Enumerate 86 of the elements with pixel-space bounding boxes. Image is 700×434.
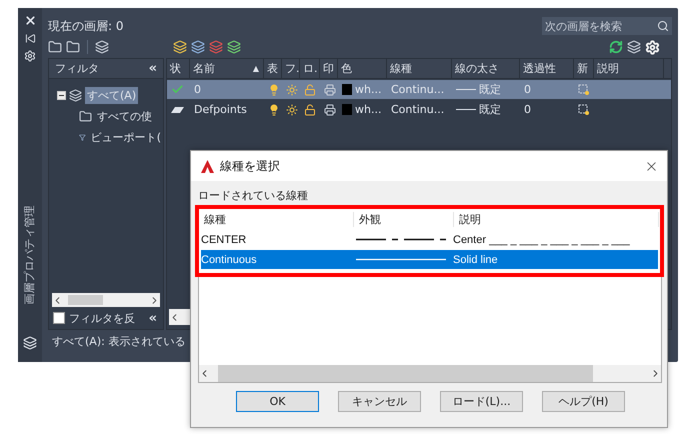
- color-swatch[interactable]: [342, 104, 352, 115]
- dialog-button[interactable]: ヘルプ(H): [542, 391, 625, 412]
- panel-title: 画層プロパティ管理: [23, 206, 37, 304]
- linetype-description: Center ___ _ ___ _ ___ _ ___ _ ___: [453, 234, 630, 246]
- column-header[interactable]: フ.: [282, 59, 300, 78]
- printer-icon: [324, 104, 336, 116]
- lightbulb-icon: [268, 84, 280, 96]
- column-header[interactable]: 透過性: [520, 59, 574, 78]
- unlock-icon: [304, 84, 316, 96]
- new-vp-layer-icon[interactable]: [191, 40, 205, 54]
- horizontal-scrollbar[interactable]: [52, 293, 160, 307]
- column-header[interactable]: 説明: [594, 59, 664, 78]
- printer-icon: [324, 84, 336, 96]
- layer-lineweight: 既定: [479, 82, 501, 97]
- layer-name: Defpoints: [194, 103, 247, 116]
- column-header[interactable]: 線の太さ: [452, 59, 520, 78]
- linetype-name: Continuous: [201, 254, 257, 266]
- lightbulb-icon: [268, 104, 280, 116]
- column-header[interactable]: 表: [264, 59, 282, 78]
- linetype-row[interactable]: Continuous Solid line: [201, 250, 658, 269]
- layer-transparency: 0: [524, 103, 531, 116]
- column-header[interactable]: 説明: [454, 212, 659, 226]
- column-header[interactable]: 印: [320, 59, 338, 78]
- column-header[interactable]: 状: [167, 59, 190, 78]
- unlock-icon: [304, 104, 316, 116]
- settings-icon[interactable]: [645, 40, 660, 54]
- invert-filter-checkbox[interactable]: [53, 312, 65, 324]
- layer-color: wh...: [355, 103, 382, 116]
- sort-indicator[interactable]: ▲: [252, 64, 259, 73]
- dialog-title: 線種を選択: [220, 158, 280, 174]
- search-icon[interactable]: [657, 20, 669, 32]
- list-label: ロードされている線種: [198, 189, 309, 203]
- horizontal-scrollbar[interactable]: [199, 365, 661, 382]
- settings-icon[interactable]: [24, 50, 36, 62]
- layer-lineweight: 既定: [479, 102, 501, 117]
- viewport-icon: [578, 104, 589, 115]
- collapse-toggle[interactable]: [57, 91, 66, 100]
- layer-state-icon[interactable]: [95, 40, 109, 54]
- filter-tree-item[interactable]: ビューポート(: [88, 129, 163, 146]
- dialog-button[interactable]: キャンセル: [338, 391, 421, 412]
- layer-row[interactable]: Defpoints wh... Continu... 既定 0: [167, 100, 671, 119]
- lineweight-line: [456, 89, 476, 90]
- current-check-icon: [171, 83, 184, 96]
- layer-transparency: 0: [524, 83, 531, 96]
- layer-color: wh...: [355, 83, 382, 96]
- filter-tree-item[interactable]: すべての使: [95, 108, 154, 125]
- current-layer-label: 現在の画層: 0: [48, 18, 124, 34]
- filter-folder-icon[interactable]: [48, 40, 62, 54]
- dialog-button[interactable]: OK: [236, 391, 319, 412]
- layer-icon: [171, 106, 184, 112]
- column-header[interactable]: 外観: [354, 212, 454, 226]
- column-header[interactable]: 線種: [387, 59, 452, 78]
- delete-layer-icon[interactable]: [209, 40, 223, 54]
- column-header[interactable]: 新: [574, 59, 594, 78]
- dialog-button[interactable]: ロード(L)...: [440, 391, 523, 412]
- linetype-description: Solid line: [453, 254, 498, 266]
- linetype-name: CENTER: [201, 234, 246, 246]
- lineweight-line: [456, 109, 476, 110]
- color-swatch[interactable]: [342, 84, 352, 95]
- skip-back-icon[interactable]: [24, 33, 36, 44]
- close-icon[interactable]: [24, 14, 36, 27]
- column-header[interactable]: 線種: [199, 212, 354, 226]
- linetype-row[interactable]: CENTER Center ___ _ ___ _ ___ _ ___ _ ___: [201, 230, 658, 249]
- layers-icon[interactable]: [627, 40, 641, 54]
- layer-filter-icon: [69, 89, 82, 102]
- sun-icon: [286, 84, 298, 96]
- collapse-pane-button[interactable]: «: [148, 310, 157, 326]
- column-header[interactable]: 色: [338, 59, 387, 78]
- layer-linetype[interactable]: Continu...: [391, 103, 444, 116]
- column-header[interactable]: 名前 ▲: [190, 59, 264, 78]
- collapse-pane-button[interactable]: «: [148, 61, 157, 76]
- viewport-icon: [578, 84, 589, 95]
- new-layer-icon[interactable]: [173, 40, 187, 54]
- layer-name: 0: [194, 83, 201, 96]
- search-field[interactable]: 次の画層を検索: [542, 17, 672, 35]
- sun-icon: [286, 104, 298, 116]
- filter-pane-title: フィルタ: [55, 61, 99, 76]
- layers-icon[interactable]: [23, 336, 37, 350]
- invert-filter-label: フィルタを反: [69, 310, 135, 326]
- folder-icon: [79, 110, 92, 123]
- refresh-icon[interactable]: [609, 40, 623, 54]
- app-logo-icon: [201, 160, 214, 172]
- column-header[interactable]: ロ.: [300, 59, 320, 78]
- set-current-icon[interactable]: [227, 40, 241, 54]
- status-text: すべて(A): 表示されている: [52, 334, 186, 348]
- folder-icon[interactable]: [66, 40, 80, 54]
